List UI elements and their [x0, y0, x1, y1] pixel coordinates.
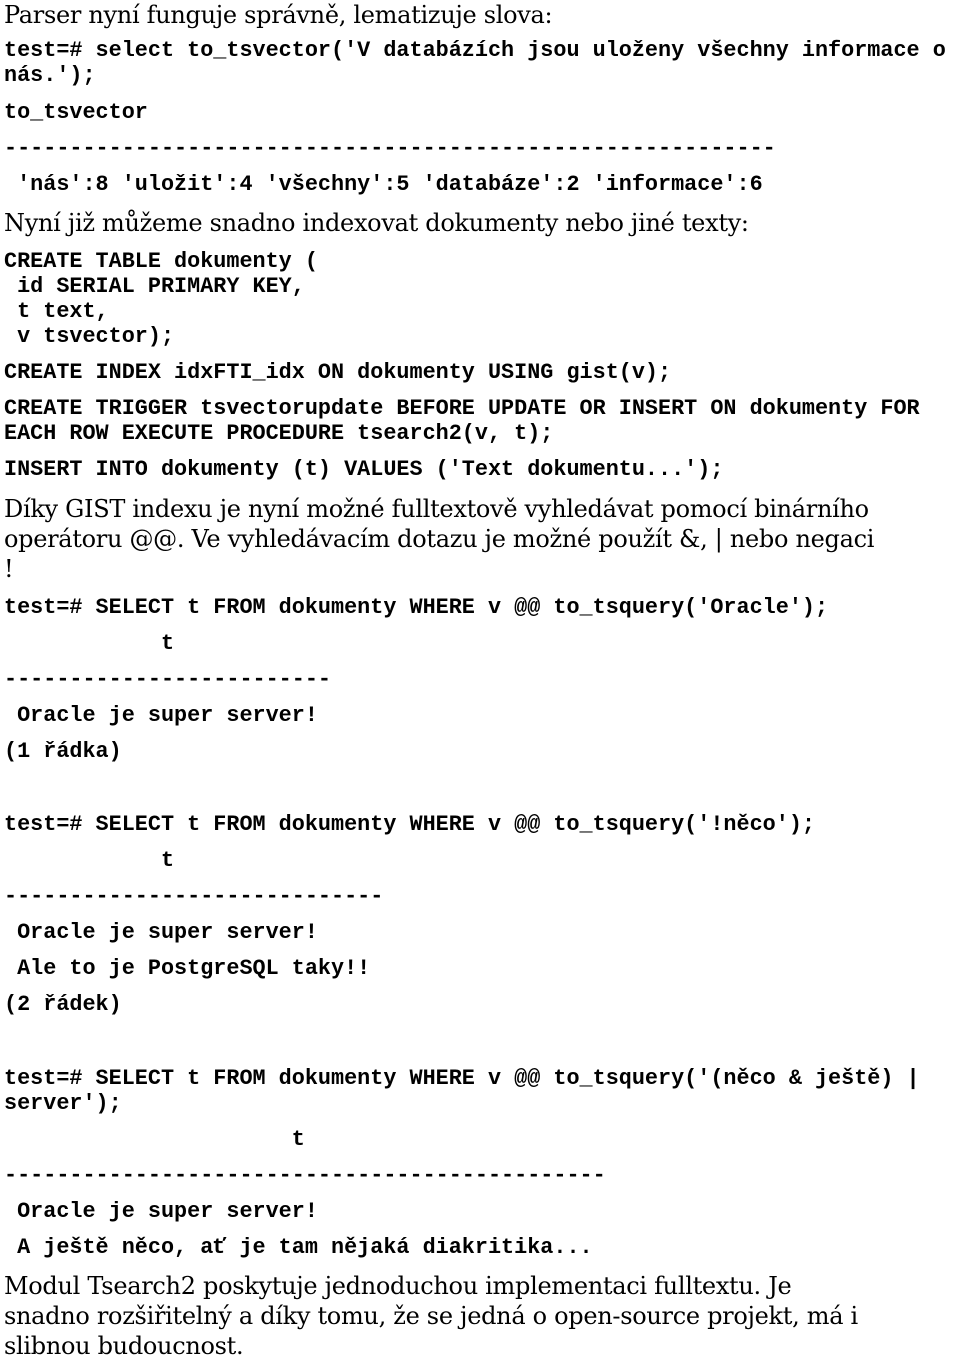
query3-command-line-1: test=# SELECT t FROM dokumenty WHERE v @… [4, 1066, 920, 1091]
query2-separator: ----------------------------- [4, 884, 384, 909]
query3-result-row: A ještě něco, ať je tam nějaká diakritik… [4, 1235, 593, 1260]
query1-separator: ------------------------- [4, 667, 332, 692]
tsvector-result: 'nás':8 'uložit':4 'všechny':5 'databáze… [4, 172, 763, 197]
create-table-line-3: t text, [4, 299, 109, 324]
query2-row-count: (2 řádek) [4, 992, 122, 1017]
create-table-line-1: CREATE TABLE dokumenty ( [4, 249, 318, 274]
query1-column-header: t [4, 631, 175, 656]
query1-result-row: Oracle je super server! [4, 703, 318, 728]
indexing-intro-paragraph: Nyní již můžeme snadno indexovat dokumen… [4, 209, 749, 237]
create-table-line-4: v tsvector); [4, 324, 175, 349]
query2-command: test=# SELECT t FROM dokumenty WHERE v @… [4, 812, 815, 837]
intro-paragraph: Parser nyní funguje správně, lematizuje … [4, 1, 553, 29]
conclusion-paragraph-line-1: Modul Tsearch2 poskytuje jednoduchou imp… [4, 1272, 792, 1300]
query3-separator: ----------------------------------------… [4, 1163, 606, 1188]
gist-paragraph-line-3: ! [4, 555, 14, 583]
create-index-statement: CREATE INDEX idxFTI_idx ON dokumenty USI… [4, 360, 672, 385]
query3-column-header: t [4, 1127, 305, 1152]
tsvector-separator: ----------------------------------------… [4, 136, 776, 161]
create-trigger-line-2: EACH ROW EXECUTE PROCEDURE tsearch2(v, t… [4, 421, 554, 446]
query1-command: test=# SELECT t FROM dokumenty WHERE v @… [4, 595, 829, 620]
conclusion-paragraph-line-2: snadno rozšiřitelný a díky tomu, že se j… [4, 1302, 858, 1330]
query2-result-row: Oracle je super server! [4, 920, 318, 945]
query3-result-row: Oracle je super server! [4, 1199, 318, 1224]
create-trigger-line-1: CREATE TRIGGER tsvectorupdate BEFORE UPD… [4, 396, 920, 421]
tsvector-query-line-1: test=# select to_tsvector('V databázích … [4, 38, 946, 63]
gist-paragraph-line-1: Díky GIST indexu je nyní možné fulltexto… [4, 495, 869, 523]
tsvector-query-line-2: nás.'); [4, 63, 96, 88]
query2-result-row: Ale to je PostgreSQL taky!! [4, 956, 371, 981]
query2-column-header: t [4, 848, 175, 873]
insert-statement: INSERT INTO dokumenty (t) VALUES ('Text … [4, 457, 724, 482]
query1-row-count: (1 řádka) [4, 739, 122, 764]
tsvector-column-header: to_tsvector [4, 100, 148, 125]
query3-command-line-2: server'); [4, 1091, 122, 1116]
gist-paragraph-line-2: operátoru @@. Ve vyhledávacím dotazu je … [4, 525, 875, 553]
conclusion-paragraph-line-3: slibnou budoucnost. [4, 1332, 244, 1360]
create-table-line-2: id SERIAL PRIMARY KEY, [4, 274, 305, 299]
